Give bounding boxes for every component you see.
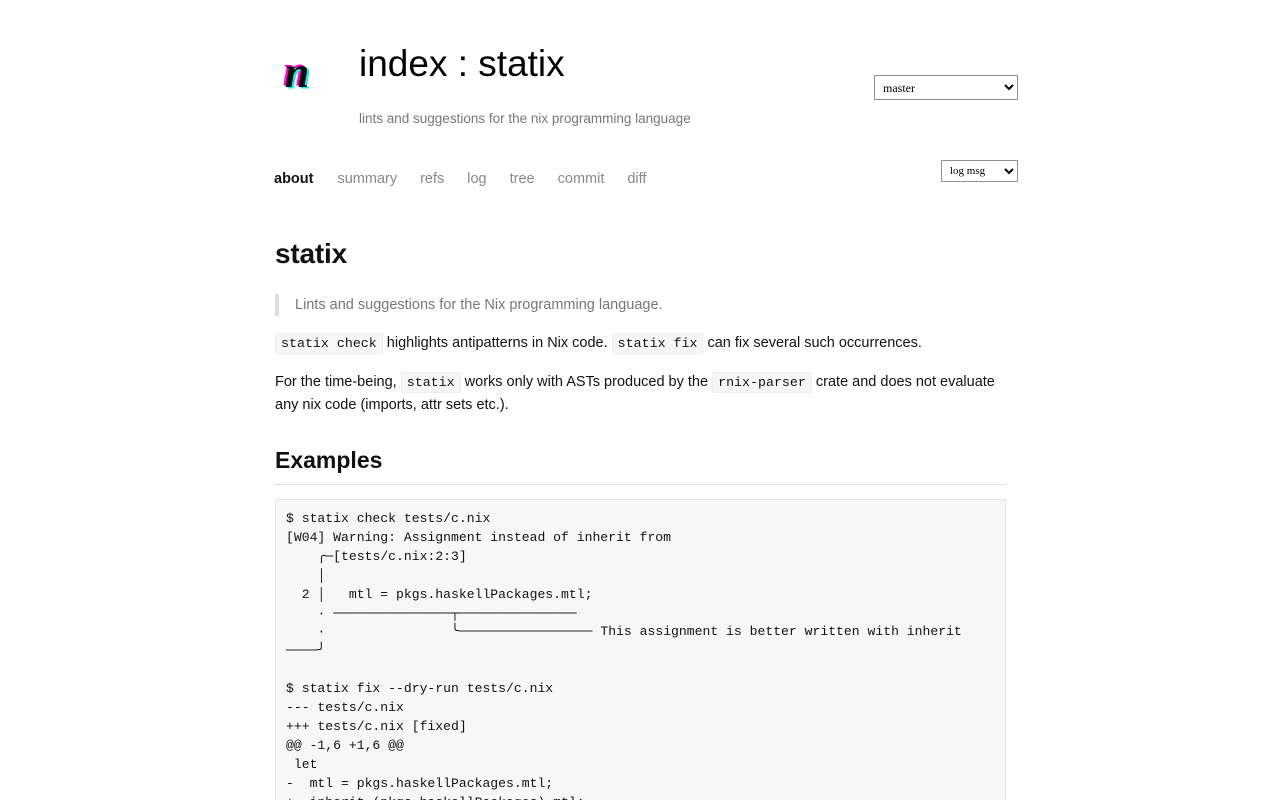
main-nav: about summary refs log tree commit diff bbox=[274, 168, 669, 190]
paragraph-2-text-2: works only with ASTs produced by the bbox=[460, 374, 713, 390]
examples-code-block: $ statix check tests/c.nix [W04] Warning… bbox=[275, 499, 1006, 800]
svg-text:n: n bbox=[285, 48, 309, 97]
nav-item-about[interactable]: about bbox=[274, 168, 313, 190]
inline-code-rnix-parser: rnix-parser bbox=[712, 372, 812, 393]
page-title[interactable]: index : statix bbox=[359, 38, 565, 90]
cgit-about-page: n n n index : statix lints and suggestio… bbox=[0, 0, 1280, 800]
inline-code-statix-check: statix check bbox=[275, 333, 383, 354]
readme-paragraph-2: For the time-being, statix works only wi… bbox=[275, 371, 1006, 417]
inline-code-statix-fix: statix fix bbox=[611, 333, 704, 354]
readme-blockquote: Lints and suggestions for the Nix progra… bbox=[275, 294, 1006, 316]
branch-select[interactable]: master bbox=[874, 75, 1018, 100]
nav-item-refs[interactable]: refs bbox=[420, 168, 444, 190]
paragraph-2-text-1: For the time-being, bbox=[275, 374, 401, 390]
log-msg-select-container: log msg bbox=[941, 160, 1018, 182]
paragraph-1-text-1: highlights antipatterns in Nix code. bbox=[382, 335, 612, 351]
nav-item-log[interactable]: log bbox=[467, 168, 486, 190]
paragraph-1-text-2: can fix several such occurrences. bbox=[703, 335, 922, 351]
readme-title: statix bbox=[275, 238, 347, 269]
log-msg-select[interactable]: log msg bbox=[941, 160, 1018, 182]
nav-item-diff[interactable]: diff bbox=[627, 168, 646, 190]
site-header: n n n index : statix lints and suggestio… bbox=[0, 0, 1280, 182]
readme-paragraph-1: statix check highlights antipatterns in … bbox=[275, 332, 1006, 355]
nix-lambda-n-logo-icon[interactable]: n n n bbox=[275, 47, 319, 97]
site-title-block: index : statix bbox=[359, 38, 565, 90]
examples-heading: Examples bbox=[275, 443, 1006, 485]
branch-select-container: master bbox=[874, 75, 1018, 100]
nav-item-commit[interactable]: commit bbox=[558, 168, 605, 190]
site-subtitle: lints and suggestions for the nix progra… bbox=[359, 111, 691, 126]
nav-item-summary[interactable]: summary bbox=[337, 168, 397, 190]
nav-item-tree[interactable]: tree bbox=[510, 168, 535, 190]
inline-code-statix: statix bbox=[400, 372, 461, 393]
readme-content: statix Lints and suggestions for the Nix… bbox=[275, 232, 1006, 800]
